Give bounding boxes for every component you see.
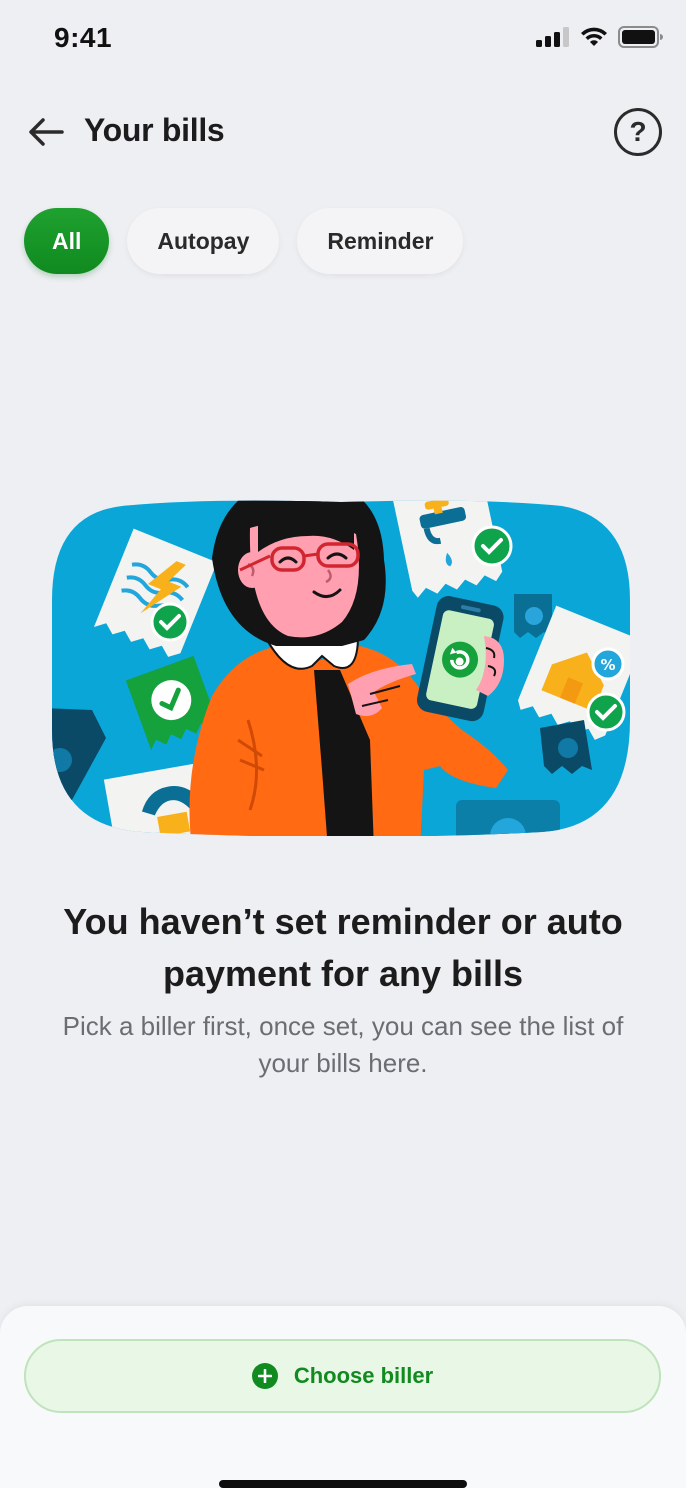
- check-badge-icon: [586, 692, 626, 732]
- chip-reminder[interactable]: Reminder: [297, 208, 464, 274]
- chip-label: Reminder: [327, 227, 434, 254]
- choose-biller-label: Choose biller: [293, 1363, 434, 1388]
- back-button[interactable]: [24, 110, 68, 154]
- status-time: 9:41: [54, 22, 113, 53]
- filter-chips: All Autopay Reminder: [24, 208, 464, 274]
- help-button[interactable]: ?: [614, 108, 662, 156]
- empty-state-subtitle: Pick a biller first, once set, you can s…: [62, 1011, 624, 1078]
- status-icons: [536, 26, 664, 48]
- empty-state-title: You haven’t set reminder or auto payment…: [63, 901, 623, 994]
- header: Your bills ?: [0, 96, 686, 168]
- check-badge-icon: [471, 525, 513, 567]
- bottom-action-sheet: Choose biller: [0, 1306, 686, 1488]
- home-indicator: [219, 1480, 467, 1488]
- cellular-signal-icon: [536, 27, 569, 47]
- empty-state-illustration: %: [52, 500, 630, 836]
- status-bar: 9:41: [0, 0, 686, 80]
- arrow-left-icon: [29, 118, 64, 146]
- page-title: Your bills: [84, 112, 225, 148]
- plus-circle-icon: [251, 1363, 278, 1389]
- choose-biller-button[interactable]: Choose biller: [24, 1339, 661, 1413]
- check-badge-icon: [150, 602, 190, 642]
- svg-text:%: %: [600, 656, 615, 674]
- battery-icon: [618, 26, 663, 48]
- chip-label: All: [52, 227, 82, 254]
- chip-autopay[interactable]: Autopay: [127, 208, 280, 274]
- chip-label: Autopay: [157, 227, 250, 254]
- wifi-icon: [581, 27, 607, 46]
- chip-all[interactable]: All: [24, 208, 110, 274]
- help-circle-icon: ?: [629, 116, 647, 147]
